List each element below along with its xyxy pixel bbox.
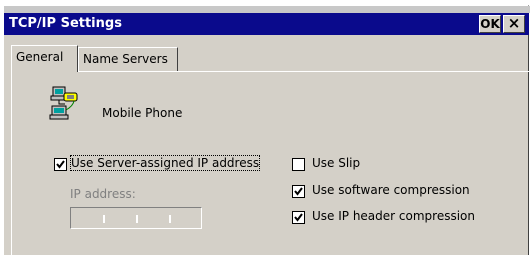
tcpip-settings-window: TCP/IP Settings OK × General Name Server… <box>3 5 530 261</box>
ip-header-compression-checkbox[interactable] <box>292 211 305 224</box>
checkmark-icon <box>56 160 65 169</box>
ip-octet-4 <box>172 210 201 226</box>
ok-button[interactable]: OK <box>479 15 501 33</box>
use-slip-label[interactable]: Use Slip <box>312 156 360 170</box>
checkmark-icon <box>294 187 303 196</box>
use-slip-checkbox[interactable] <box>292 158 305 171</box>
ip-separator <box>103 215 105 223</box>
tab-name-servers-label: Name Servers <box>83 52 168 66</box>
window-title: TCP/IP Settings <box>9 16 122 31</box>
software-compression-checkbox[interactable] <box>292 185 305 198</box>
ip-address-field <box>70 207 202 229</box>
tab-name-servers[interactable]: Name Servers <box>78 47 178 71</box>
ip-separator <box>136 215 138 223</box>
ip-separator <box>169 215 171 223</box>
network-computer-phone-icon <box>49 86 79 120</box>
checkmark-icon <box>294 213 303 222</box>
title-bar: TCP/IP Settings OK × <box>4 13 529 35</box>
tab-general-label: General <box>16 50 64 64</box>
close-button[interactable]: × <box>503 15 525 33</box>
ip-octet-1 <box>73 210 102 226</box>
ip-address-label: IP address: <box>70 187 136 201</box>
connection-name: Mobile Phone <box>102 106 183 120</box>
server-assigned-checkbox[interactable] <box>54 158 67 171</box>
window-top-strip <box>4 6 530 13</box>
software-compression-label[interactable]: Use software compression <box>312 183 470 197</box>
close-icon: × <box>507 14 521 32</box>
ip-octet-2 <box>106 210 135 226</box>
server-assigned-label[interactable]: Use Server-assigned IP address <box>69 155 261 171</box>
ip-header-compression-label[interactable]: Use IP header compression <box>312 209 475 223</box>
tab-general[interactable]: General <box>11 45 78 72</box>
ip-octet-3 <box>139 210 168 226</box>
